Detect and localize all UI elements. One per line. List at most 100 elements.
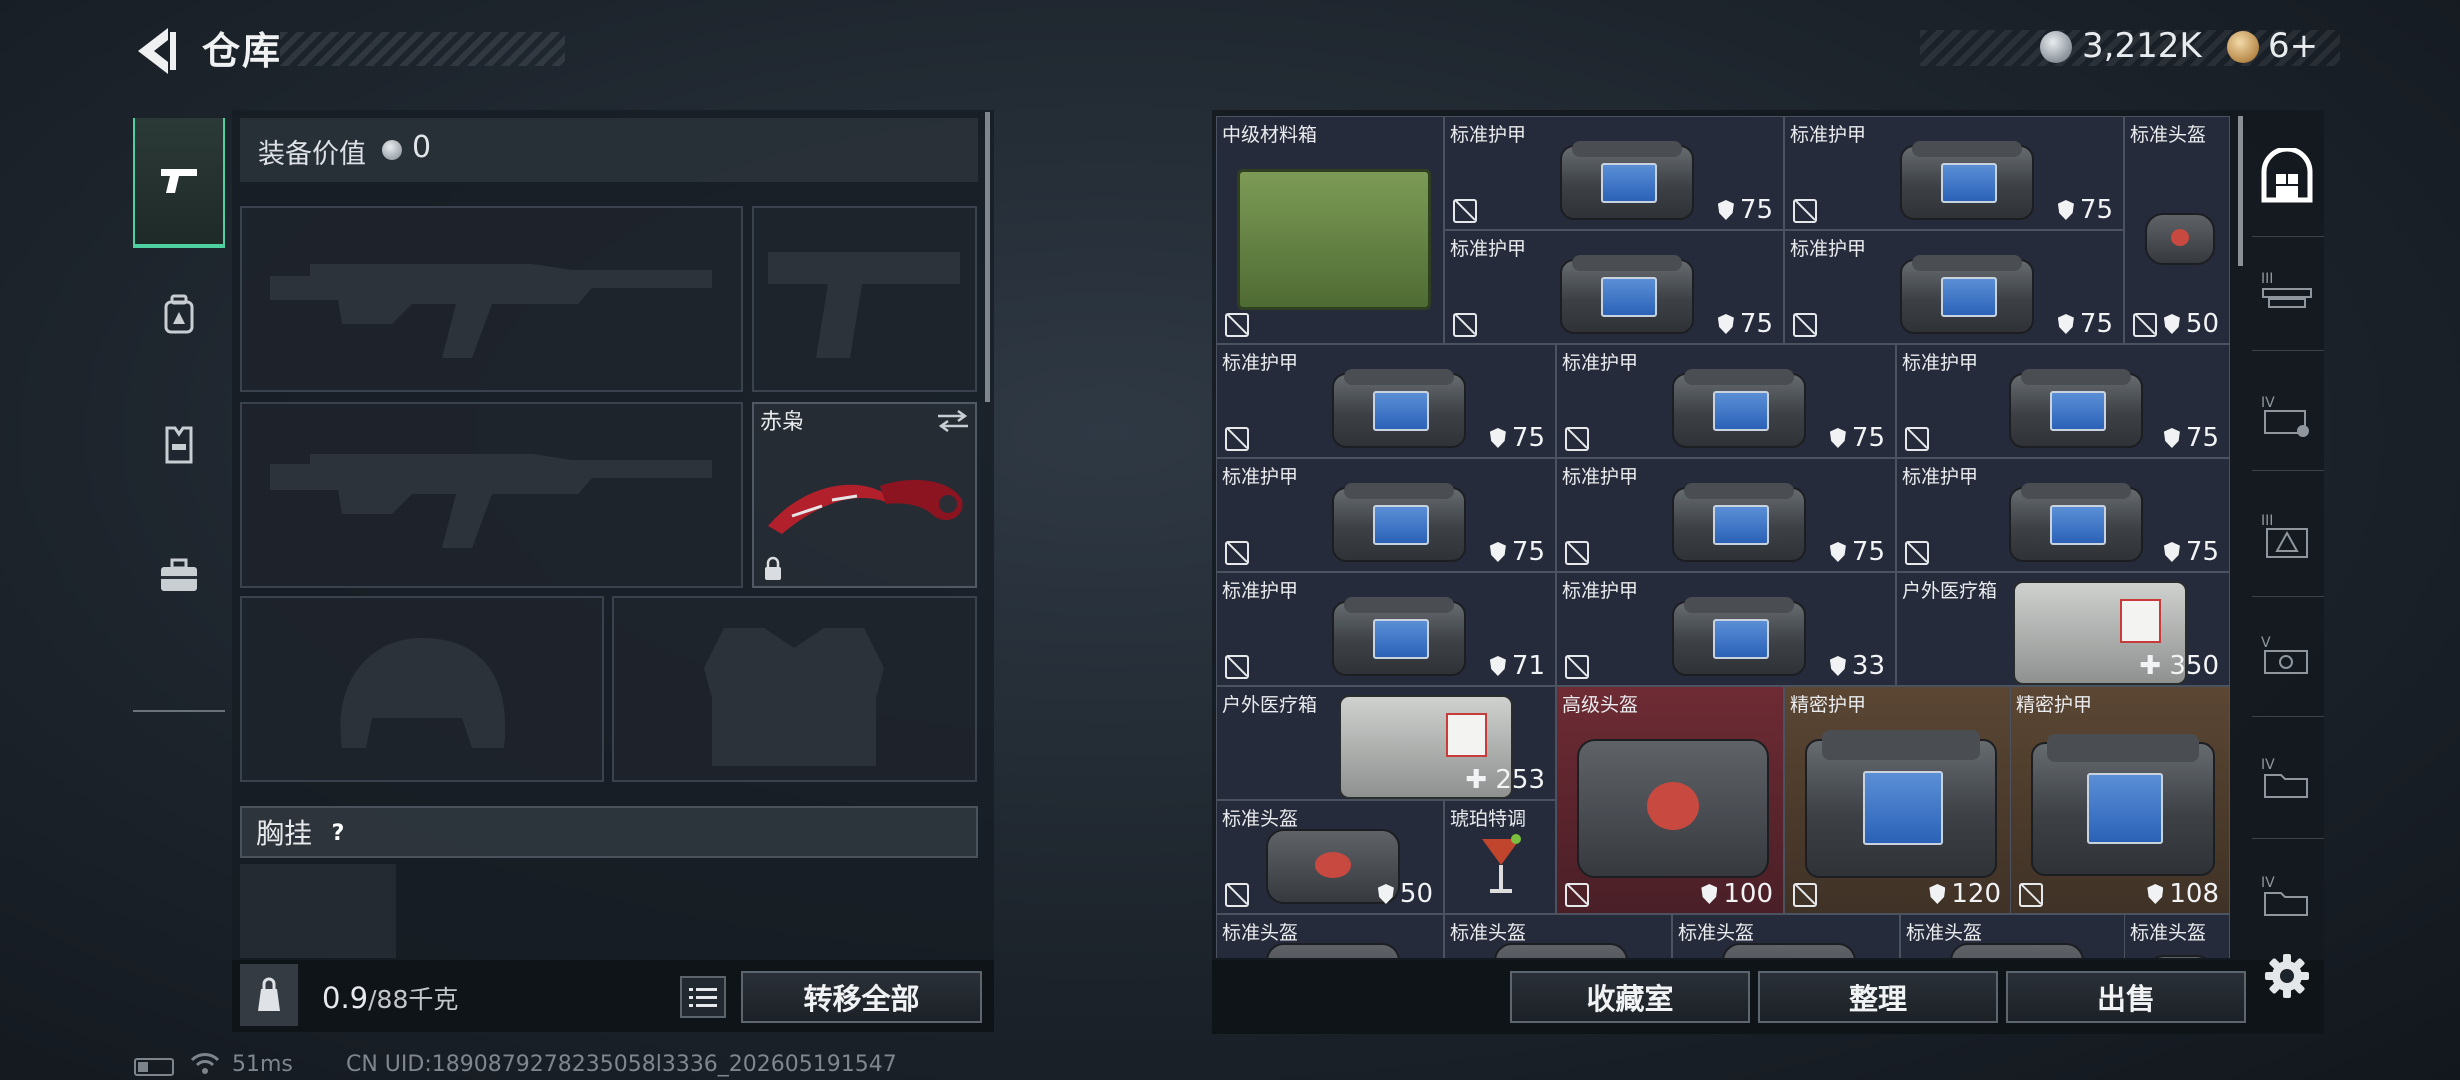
chest-rig-slot[interactable] [240,864,396,958]
no-drop-icon [1793,199,1817,223]
inventory-item[interactable]: 高级头盔 100 [1556,686,1784,914]
item-name: 标准护甲 [1450,124,1527,146]
storage-level-icon: III [2261,513,2308,558]
karambit-knife-icon [768,479,963,534]
no-drop-icon [1225,313,1249,337]
inventory-item[interactable]: 户外医疗箱 ✚ 350 [1896,572,2230,686]
tab-warehouse[interactable] [2258,146,2316,206]
inventory-item[interactable]: 标准护甲 75 [1784,230,2124,344]
helmet-icon [1266,943,1400,958]
durability-shield-icon [1489,542,1506,562]
gold-currency-amount[interactable]: 6+ [2268,26,2318,66]
bag-weight-button[interactable] [240,964,298,1026]
body-armor-icon [1672,369,1806,448]
item-name: 标准头盔 [1906,922,1983,944]
inventory-item[interactable]: 标准护甲 71 [1216,572,1556,686]
sidearm-slot[interactable] [752,206,977,392]
inventory-item[interactable]: 中级材料箱 [1216,116,1444,344]
secondary-weapon-slot[interactable] [240,402,743,588]
inventory-item[interactable]: 户外医疗箱 ✚ 253 [1216,686,1556,800]
inventory-item[interactable]: 标准头盔 [1216,914,1444,958]
inventory-item[interactable]: 标准头盔 50 [2124,116,2230,344]
item-name: 标准护甲 [1222,580,1299,602]
gold-coin-icon [2227,31,2259,63]
no-drop-icon [1225,883,1249,907]
left-scrollbar[interactable] [985,112,990,402]
item-value-number: 50 [2185,309,2219,339]
inventory-item[interactable]: 标准护甲 75 [1556,344,1896,458]
helmet-icon [2146,955,2214,958]
silver-coin-icon [2040,31,2072,63]
network-ping: 51ms [232,1052,293,1077]
body-armor-icon [1672,483,1806,562]
durability-shield-icon [1489,428,1506,448]
organize-button[interactable]: 整理 [1758,971,1998,1023]
inventory-item[interactable]: 标准护甲 75 [1784,116,2124,230]
item-value-number: 50 [1399,879,1433,909]
inventory-item[interactable]: 标准护甲 75 [1896,458,2230,572]
tab-storage-5[interactable]: III [2258,506,2316,564]
no-drop-icon [1905,541,1929,565]
tab-storage-4[interactable]: IV [2258,386,2316,444]
tab-storage-7[interactable]: IV [2258,748,2316,806]
durability-shield-icon [1829,542,1846,562]
inventory-item[interactable]: 标准头盔 [1900,914,2128,958]
body-armor-icon [2009,369,2143,448]
inventory-item[interactable]: 标准护甲 75 [1556,458,1896,572]
item-value-number: 75 [1851,423,1885,453]
equipment-value-label: 装备价值 [258,139,366,170]
separator [2252,716,2324,717]
body-armor-icon [1560,255,1694,334]
helmet-slot[interactable] [240,596,604,782]
gear-icon[interactable] [2261,950,2313,1002]
tab-weapons[interactable] [133,118,225,248]
no-drop-icon [1453,199,1477,223]
armor-slot[interactable] [612,596,977,782]
item-value-number: 75 [1511,423,1545,453]
help-icon[interactable]: ? [318,816,358,850]
tab-storage-6[interactable]: V [2258,626,2316,684]
item-value: 75 [1829,537,1885,567]
swap-icon[interactable] [936,410,970,432]
inventory-item[interactable]: 标准护甲 75 [1444,230,1784,344]
tab-case[interactable] [133,510,225,640]
no-drop-icon [1453,313,1477,337]
svg-text:IV: IV [2261,875,2275,891]
inventory-item[interactable]: 标准护甲 75 [1444,116,1784,230]
tab-chest-rig[interactable] [133,380,225,510]
back-arrow-icon[interactable] [128,22,186,80]
inventory-item[interactable]: 琥珀特调 [1444,800,1556,914]
item-name: 标准护甲 [1450,238,1527,260]
inventory-item[interactable]: 标准护甲 75 [1216,458,1556,572]
tab-backpack[interactable] [133,250,225,380]
sell-button[interactable]: 出售 [2006,971,2246,1023]
tab-storage-3[interactable]: III [2258,262,2316,320]
inventory-item[interactable]: 标准护甲 75 [1896,344,2230,458]
inventory-item[interactable]: 标准护甲 75 [1216,344,1556,458]
primary-weapon-slot[interactable] [240,206,743,392]
inventory-item[interactable]: 标准头盔 50 [1216,800,1444,914]
list-view-button[interactable] [680,976,726,1018]
inventory-item[interactable]: 精密护甲 108 [2010,686,2230,914]
inventory-item[interactable]: 精密护甲 120 [1784,686,2012,914]
helmet-silhouette-icon [340,638,506,748]
inventory-item[interactable]: 标准头盔 [1672,914,1900,958]
transfer-all-button[interactable]: 转移全部 [741,971,982,1023]
durability-shield-icon [1929,884,1946,904]
item-name: 标准护甲 [1562,466,1639,488]
helmet-icon [1950,943,2084,958]
inventory-scrollbar[interactable] [2238,116,2243,266]
item-value: 50 [2163,309,2219,339]
tab-storage-8[interactable]: IV [2258,866,2316,924]
inventory-item[interactable]: 标准护甲 33 [1556,572,1896,686]
no-drop-icon [1225,427,1249,451]
item-value: 75 [1717,195,1773,225]
svg-text:IV: IV [2261,757,2275,773]
item-value: 120 [1929,879,2001,909]
inventory-item[interactable]: 标准头盔 [1444,914,1672,958]
collection-room-button[interactable]: 收藏室 [1510,971,1750,1023]
separator [2252,596,2324,597]
inventory-item[interactable]: 标准头盔 [2124,914,2230,958]
no-drop-icon [1225,655,1249,679]
item-value: 75 [1489,423,1545,453]
